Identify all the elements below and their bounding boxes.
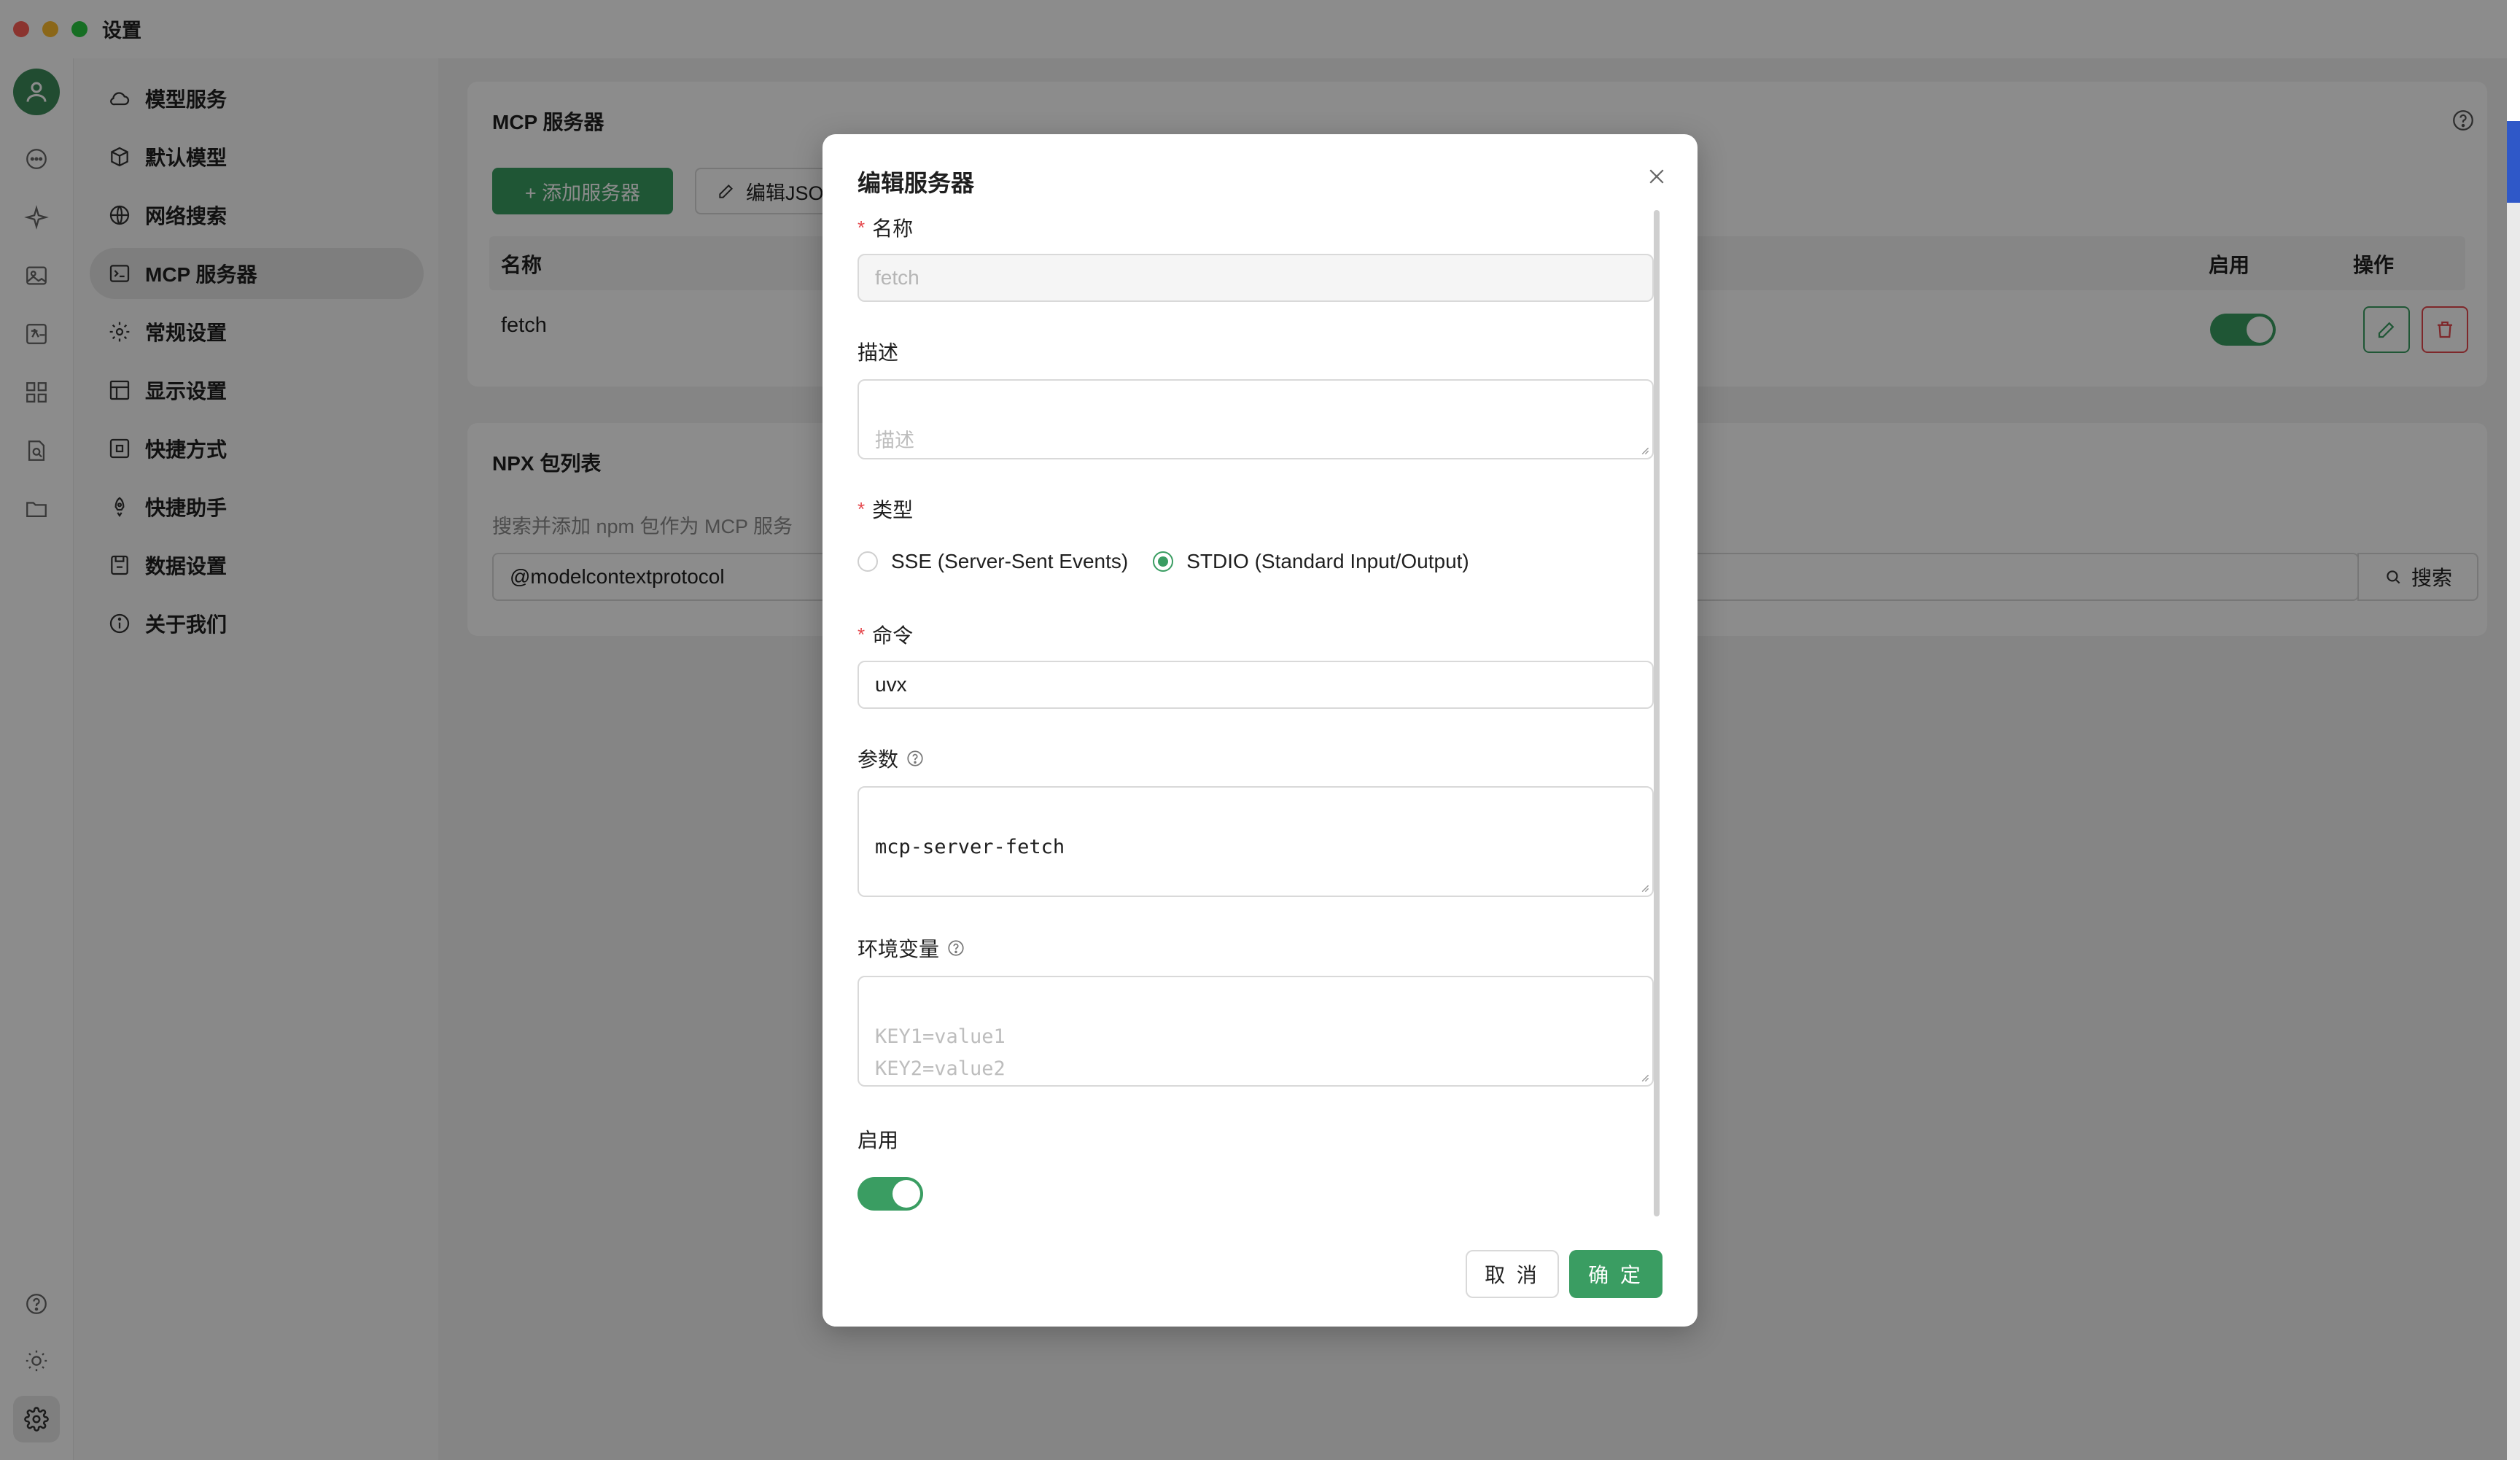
help-icon[interactable] [946,939,965,958]
cancel-button[interactable]: 取 消 [1466,1250,1559,1298]
dialog-scrollbar[interactable] [1654,210,1660,1216]
env-field-label: 环境变量 [858,933,965,963]
radio-stdio[interactable] [1153,551,1174,572]
edit-server-dialog: 编辑服务器 * 名称 fetch 描述 描述 * 类型 SSE (Server-Se… [822,134,1698,1327]
radio-stdio-label[interactable]: STDIO (Standard Input/Output) [1186,550,1469,573]
description-field[interactable]: 描述 [858,379,1654,459]
type-field-label: * 类型 [858,497,914,522]
app-window: 设置 模型服务 默认模型 网络搜索 MCP 服务器 常规设置 显示设置 快捷方式… [0,0,2507,1460]
command-field-label: * 命令 [858,623,914,648]
confirm-button[interactable]: 确 定 [1569,1250,1662,1298]
side-strip [2507,203,2520,1460]
description-field-label: 描述 [858,341,899,364]
name-field-label: * 名称 [858,216,914,241]
radio-sse[interactable] [858,551,878,572]
help-icon[interactable] [906,749,925,768]
close-icon[interactable] [1642,162,1671,191]
enabled-toggle[interactable] [858,1177,923,1211]
radio-sse-label[interactable]: SSE (Server-Sent Events) [891,550,1128,573]
command-field[interactable]: uvx [858,661,1654,709]
type-radio-group: SSE (Server-Sent Events) STDIO (Standard… [858,547,1469,576]
args-field-label: 参数 [858,744,925,773]
dialog-title: 编辑服务器 [858,170,975,196]
enabled-field-label: 启用 [858,1129,899,1152]
name-field[interactable]: fetch [858,254,1654,302]
side-accent-bar [2507,121,2520,203]
env-field[interactable]: KEY1=value1 KEY2=value2 [858,976,1654,1087]
args-field[interactable]: mcp-server-fetch [858,786,1654,897]
